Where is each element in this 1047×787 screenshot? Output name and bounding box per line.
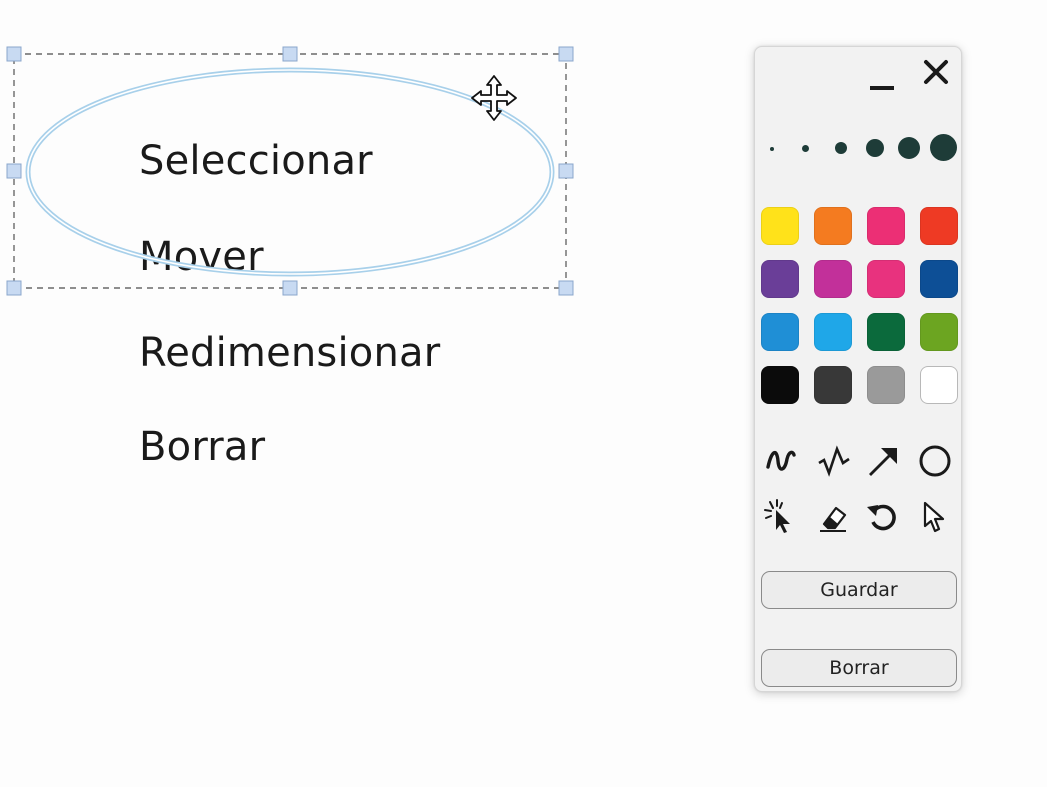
ellipse-tool[interactable]	[915, 441, 955, 481]
pen-size-2[interactable]	[802, 145, 809, 152]
resize-handle-top-left[interactable]	[6, 46, 22, 62]
resize-handle-bottom[interactable]	[282, 280, 298, 296]
color-swatch-e8327e[interactable]	[867, 260, 905, 298]
color-swatch-ffe21a[interactable]	[761, 207, 799, 245]
color-swatch-ec2f75[interactable]	[867, 207, 905, 245]
color-swatch-0b0b0b[interactable]	[761, 366, 799, 404]
resize-handle-top[interactable]	[282, 46, 298, 62]
color-swatch-ffffff[interactable]	[920, 366, 958, 404]
pen-size-6[interactable]	[930, 134, 957, 161]
resize-handle-left[interactable]	[6, 163, 22, 179]
clear-button[interactable]: Borrar	[761, 649, 957, 687]
eraser-tool[interactable]	[813, 497, 853, 537]
undo-tool[interactable]	[863, 497, 903, 537]
pen-size-3[interactable]	[835, 142, 847, 154]
resize-handle-right[interactable]	[558, 163, 574, 179]
annotation-toolbar: Guardar Borrar	[754, 46, 962, 692]
ellipse-icon	[919, 445, 951, 477]
resize-handle-top-right[interactable]	[558, 46, 574, 62]
arrow-tool[interactable]	[863, 441, 903, 481]
color-swatch-383838[interactable]	[814, 366, 852, 404]
color-swatch-6a3e98[interactable]	[761, 260, 799, 298]
color-swatch-1fa7e8[interactable]	[814, 313, 852, 351]
text-redimensionar: Redimensionar	[139, 330, 441, 376]
freehand-icon	[766, 450, 796, 471]
color-swatch-f47b20[interactable]	[814, 207, 852, 245]
drawn-ellipse[interactable]	[25, 67, 555, 277]
save-button[interactable]: Guardar	[761, 571, 957, 609]
undo-icon	[867, 504, 896, 531]
laser-pointer-tool[interactable]	[761, 497, 801, 537]
selection-overlay[interactable]	[0, 0, 600, 320]
pen-size-picker	[755, 131, 961, 167]
polyline-tool[interactable]	[813, 441, 853, 481]
polyline-icon	[818, 445, 850, 477]
eraser-icon	[820, 506, 847, 532]
freehand-tool[interactable]	[761, 441, 801, 481]
color-swatch-0d4f96[interactable]	[920, 260, 958, 298]
color-swatch-ee3a24[interactable]	[920, 207, 958, 245]
minimize-button[interactable]	[865, 63, 899, 97]
pen-size-4[interactable]	[866, 139, 884, 157]
drawing-canvas[interactable]: Seleccionar Mover Redimensionar Borrar G…	[0, 0, 1047, 787]
pen-size-1[interactable]	[770, 147, 774, 151]
selection-box	[13, 53, 567, 289]
minimize-icon	[870, 86, 894, 90]
resize-handle-bottom-left[interactable]	[6, 280, 22, 296]
color-swatch-9a9a9a[interactable]	[867, 366, 905, 404]
resize-handle-bottom-right[interactable]	[558, 280, 574, 296]
select-tool[interactable]	[915, 497, 955, 537]
pen-size-5[interactable]	[898, 137, 920, 159]
select-pointer-icon	[923, 501, 945, 533]
close-icon	[924, 60, 948, 84]
close-button[interactable]	[919, 55, 953, 89]
text-borrar: Borrar	[139, 424, 266, 470]
color-swatch-1f8fd6[interactable]	[761, 313, 799, 351]
color-swatch-6ca521[interactable]	[920, 313, 958, 351]
color-swatch-0b6a3c[interactable]	[867, 313, 905, 351]
arrow-icon	[869, 448, 897, 476]
color-swatch-c2309a[interactable]	[814, 260, 852, 298]
laser-pointer-icon	[764, 499, 790, 533]
